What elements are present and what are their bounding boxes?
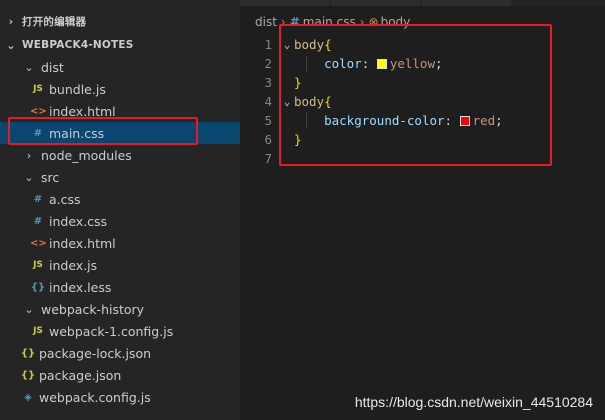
css-file-icon: # [33,215,43,227]
tree-item-label: node_modules [41,147,132,163]
code-highlight-box [279,24,552,166]
line-number: 1 [264,37,272,52]
file-package-lock-json[interactable]: {} package-lock.json [0,342,240,364]
open-editors-header[interactable]: › 打开的编辑器 [0,10,240,32]
folder-node-modules[interactable]: › node_modules [0,144,240,166]
tree-item-label: package-lock.json [39,345,152,361]
less-file-icon: {} [30,281,46,293]
tree-item-label: dist [41,59,64,75]
file-webpack-config-js[interactable]: ◈ webpack.config.js [0,386,240,408]
line-number: 5 [264,113,272,128]
tab-strip [240,0,605,6]
file-webpack-1-config-js[interactable]: JS webpack-1.config.js [0,320,240,342]
js-file-icon: JS [33,260,43,270]
js-file-icon: JS [33,84,43,94]
sidebar-highlight-box [8,117,198,145]
file-a-css[interactable]: # a.css [0,188,240,210]
tab[interactable] [331,0,421,6]
tree-item-label: bundle.js [49,81,106,97]
js-file-icon: JS [33,326,43,336]
chevron-right-icon: › [8,14,14,28]
html-file-icon: <> [30,105,47,117]
tree-item-label: a.css [49,191,81,207]
tree-item-label: index.html [49,235,116,251]
line-number: 6 [264,132,272,147]
chevron-right-icon: › [26,148,32,162]
folder-webpack-history[interactable]: ⌄ webpack-history [0,298,240,320]
chevron-down-icon: ⌄ [24,170,34,184]
file-src-index-html[interactable]: <> index.html [0,232,240,254]
project-header[interactable]: ⌄ WEBPACK4-NOTES [0,34,240,56]
tree-item-label: webpack-history [41,301,145,317]
line-number: 3 [264,75,272,90]
chevron-down-icon: ⌄ [24,302,34,316]
folder-src[interactable]: ⌄ src [0,166,240,188]
webpack-icon: ◈ [24,391,32,403]
explorer-sidebar: › 打开的编辑器 ⌄ WEBPACK4-NOTES ⌄ dist JS bundle.… [0,0,240,420]
json-file-icon: {} [20,347,36,359]
breadcrumb-folder[interactable]: dist [255,15,277,29]
file-index-less[interactable]: {} index.less [0,276,240,298]
tree-item-label: webpack.config.js [39,389,151,405]
tab[interactable] [240,0,330,6]
tree-item-label: src [41,169,60,185]
folder-dist[interactable]: ⌄ dist [0,56,240,78]
tree-item-label: package.json [39,367,122,383]
tab[interactable] [422,0,512,6]
tree-item-label: index.js [49,257,98,273]
line-number: 4 [264,94,272,109]
tree-item-label: index.css [49,213,108,229]
file-package-json[interactable]: {} package.json [0,364,240,386]
file-index-js[interactable]: JS index.js [0,254,240,276]
open-editors-label: 打开的编辑器 [22,15,87,28]
tree-item-label: index.less [49,279,112,295]
json-file-icon: {} [20,369,36,381]
css-file-icon: # [33,193,43,205]
chevron-down-icon: ⌄ [24,60,34,74]
tree-item-label: webpack-1.config.js [49,323,174,339]
line-number: 2 [264,56,272,71]
file-bundle-js[interactable]: JS bundle.js [0,78,240,100]
watermark: https://blog.csdn.net/weixin_44510284 [354,394,593,410]
line-number: 7 [264,151,272,166]
project-label: WEBPACK4-NOTES [22,39,134,51]
chevron-down-icon: ⌄ [6,38,16,52]
file-index-css[interactable]: # index.css [0,210,240,232]
html-file-icon: <> [30,237,47,249]
